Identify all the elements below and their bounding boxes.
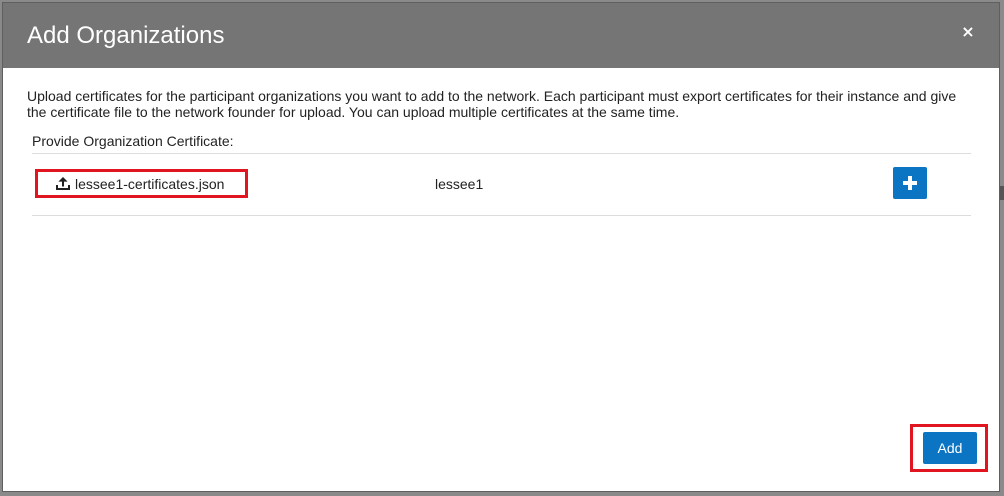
add-organizations-dialog: Add Organizations × Upload certificates … [2,2,1000,492]
plus-icon [903,176,917,190]
add-button[interactable]: Add [923,432,977,464]
close-icon: × [961,22,975,41]
close-button[interactable]: × [959,21,977,43]
dialog-title: Add Organizations [27,22,225,49]
dialog-header: Add Organizations × [3,3,999,68]
certificate-file-upload[interactable]: lessee1-certificates.json [35,169,248,198]
background-edge-fragment [1000,186,1004,200]
certificate-file-name: lessee1-certificates.json [75,176,225,192]
add-row-button[interactable] [893,167,927,199]
row-divider-top [32,153,971,154]
dialog-description: Upload certificates for the participant … [27,88,957,120]
upload-icon [56,177,70,190]
organization-name: lessee1 [435,176,484,192]
row-divider-bottom [32,215,971,216]
certificate-section-label: Provide Organization Certificate: [32,133,234,149]
